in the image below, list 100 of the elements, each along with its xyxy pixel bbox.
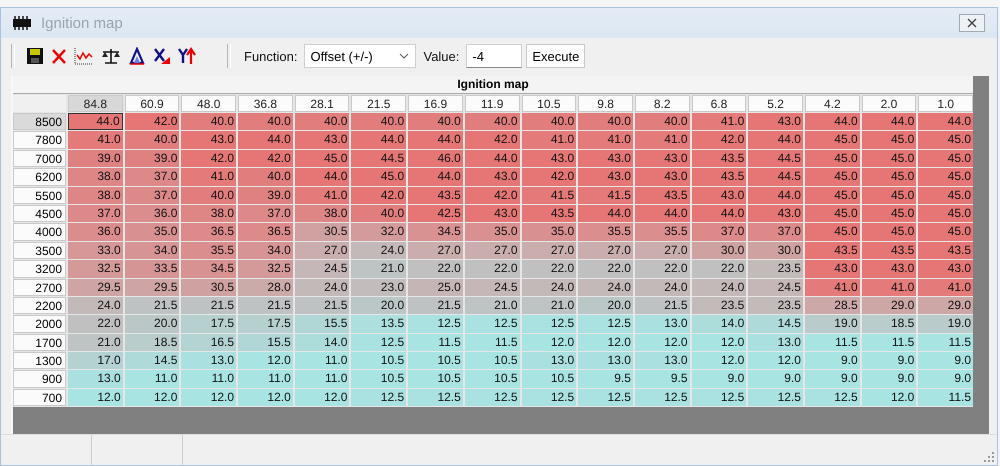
- table-cell[interactable]: 43.0: [862, 260, 916, 278]
- table-cell[interactable]: 19.0: [918, 315, 973, 333]
- table-cell[interactable]: 36.5: [181, 223, 236, 241]
- table-cell[interactable]: 10.5: [408, 352, 463, 370]
- table-cell[interactable]: 41.0: [862, 278, 916, 296]
- table-cell[interactable]: 44.0: [692, 204, 746, 222]
- table-cell[interactable]: 40.0: [238, 113, 293, 130]
- column-header[interactable]: 5.2: [748, 95, 803, 112]
- table-cell[interactable]: 45.0: [804, 131, 860, 149]
- table-cell[interactable]: 12.0: [578, 334, 633, 352]
- table-cell[interactable]: 45.0: [918, 186, 973, 204]
- table-cell[interactable]: 43.0: [918, 260, 973, 278]
- table-cell[interactable]: 13.0: [522, 352, 576, 370]
- table-cell[interactable]: 40.0: [294, 113, 350, 130]
- table-cell[interactable]: 38.0: [181, 204, 236, 222]
- table-cell[interactable]: 39.0: [124, 150, 180, 168]
- table-cell[interactable]: 12.0: [68, 388, 123, 406]
- table-cell[interactable]: 35.0: [522, 223, 576, 241]
- table-cell[interactable]: 14.0: [692, 315, 746, 333]
- table-cell[interactable]: 11.0: [294, 352, 350, 370]
- table-cell[interactable]: 21.0: [464, 296, 520, 314]
- table-cell[interactable]: 12.5: [634, 388, 690, 406]
- table-cell[interactable]: 45.0: [918, 204, 973, 222]
- table-cell[interactable]: 12.0: [238, 388, 293, 406]
- table-cell[interactable]: 39.0: [68, 150, 123, 168]
- row-header[interactable]: 1300: [13, 352, 66, 370]
- table-cell[interactable]: 41.0: [692, 113, 746, 130]
- table-cell[interactable]: 12.0: [124, 388, 180, 406]
- table-cell[interactable]: 43.0: [464, 204, 520, 222]
- table-cell[interactable]: 11.5: [862, 334, 916, 352]
- row-header[interactable]: 3200: [13, 260, 66, 278]
- delete-icon[interactable]: [51, 47, 67, 65]
- row-header[interactable]: 900: [13, 370, 66, 388]
- table-cell[interactable]: 32.0: [351, 223, 406, 241]
- table-cell[interactable]: 42.0: [238, 150, 293, 168]
- table-cell[interactable]: 44.0: [748, 131, 803, 149]
- table-cell[interactable]: 44.0: [294, 168, 350, 186]
- table-cell[interactable]: 30.5: [181, 278, 236, 296]
- table-cell[interactable]: 39.0: [238, 186, 293, 204]
- table-cell[interactable]: 43.5: [408, 186, 463, 204]
- table-cell[interactable]: 41.0: [181, 168, 236, 186]
- table-cell[interactable]: 43.0: [692, 186, 746, 204]
- table-cell[interactable]: 32.5: [238, 260, 293, 278]
- table-cell[interactable]: 9.0: [692, 370, 746, 388]
- table-cell[interactable]: 11.5: [464, 334, 520, 352]
- table-cell[interactable]: 27.0: [578, 242, 633, 260]
- table-cell[interactable]: 13.0: [181, 352, 236, 370]
- column-header[interactable]: 10.5: [522, 95, 576, 112]
- table-cell[interactable]: 45.0: [862, 168, 916, 186]
- table-cell[interactable]: 12.5: [408, 315, 463, 333]
- table-cell[interactable]: 30.5: [294, 223, 350, 241]
- column-header[interactable]: 60.9: [124, 95, 180, 112]
- table-cell[interactable]: 10.5: [408, 370, 463, 388]
- execute-button[interactable]: Execute: [526, 44, 586, 68]
- table-cell[interactable]: 43.0: [634, 150, 690, 168]
- table-cell[interactable]: 9.0: [918, 352, 973, 370]
- table-cell[interactable]: 21.5: [124, 296, 180, 314]
- table-cell[interactable]: 24.5: [294, 260, 350, 278]
- table-cell[interactable]: 24.0: [68, 296, 123, 314]
- row-header[interactable]: 8500: [13, 113, 66, 130]
- table-cell[interactable]: 35.5: [181, 242, 236, 260]
- table-cell[interactable]: 22.0: [522, 260, 576, 278]
- table-cell[interactable]: 40.0: [181, 113, 236, 130]
- table-cell[interactable]: 10.5: [351, 370, 406, 388]
- table-cell[interactable]: 45.0: [918, 131, 973, 149]
- column-header[interactable]: 8.2: [634, 95, 690, 112]
- value-field[interactable]: -4: [466, 44, 522, 68]
- table-cell[interactable]: 22.0: [464, 260, 520, 278]
- row-header[interactable]: 7800: [13, 131, 66, 149]
- table-cell[interactable]: 40.0: [124, 131, 180, 149]
- table-cell[interactable]: 45.0: [918, 223, 973, 241]
- table-cell[interactable]: 40.0: [634, 113, 690, 130]
- row-header[interactable]: 3500: [13, 242, 66, 260]
- table-cell[interactable]: 43.5: [918, 242, 973, 260]
- table-cell[interactable]: 11.0: [294, 370, 350, 388]
- table-cell[interactable]: 22.0: [692, 260, 746, 278]
- table-cell[interactable]: 44.0: [408, 168, 463, 186]
- table-cell[interactable]: 11.0: [238, 370, 293, 388]
- table-cell[interactable]: 22.0: [634, 260, 690, 278]
- table-cell[interactable]: 30.0: [692, 242, 746, 260]
- table-cell[interactable]: 34.5: [408, 223, 463, 241]
- table-cell[interactable]: 11.0: [124, 370, 180, 388]
- table-cell[interactable]: 22.0: [408, 260, 463, 278]
- table-cell[interactable]: 21.5: [408, 296, 463, 314]
- table-cell[interactable]: 14.5: [124, 352, 180, 370]
- table-cell[interactable]: 19.0: [804, 315, 860, 333]
- save-icon[interactable]: [26, 47, 44, 65]
- table-cell[interactable]: 44.0: [351, 131, 406, 149]
- table-cell[interactable]: 29.0: [918, 296, 973, 314]
- table-cell[interactable]: 44.0: [804, 113, 860, 130]
- table-cell[interactable]: 24.0: [522, 278, 576, 296]
- table-cell[interactable]: 44.0: [634, 204, 690, 222]
- table-cell[interactable]: 45.0: [918, 150, 973, 168]
- table-cell[interactable]: 12.0: [181, 388, 236, 406]
- table-cell[interactable]: 12.5: [351, 334, 406, 352]
- column-header[interactable]: 21.5: [351, 95, 406, 112]
- table-cell[interactable]: 12.5: [522, 388, 576, 406]
- table-cell[interactable]: 44.5: [351, 150, 406, 168]
- row-header[interactable]: 7000: [13, 150, 66, 168]
- table-cell[interactable]: 45.0: [862, 204, 916, 222]
